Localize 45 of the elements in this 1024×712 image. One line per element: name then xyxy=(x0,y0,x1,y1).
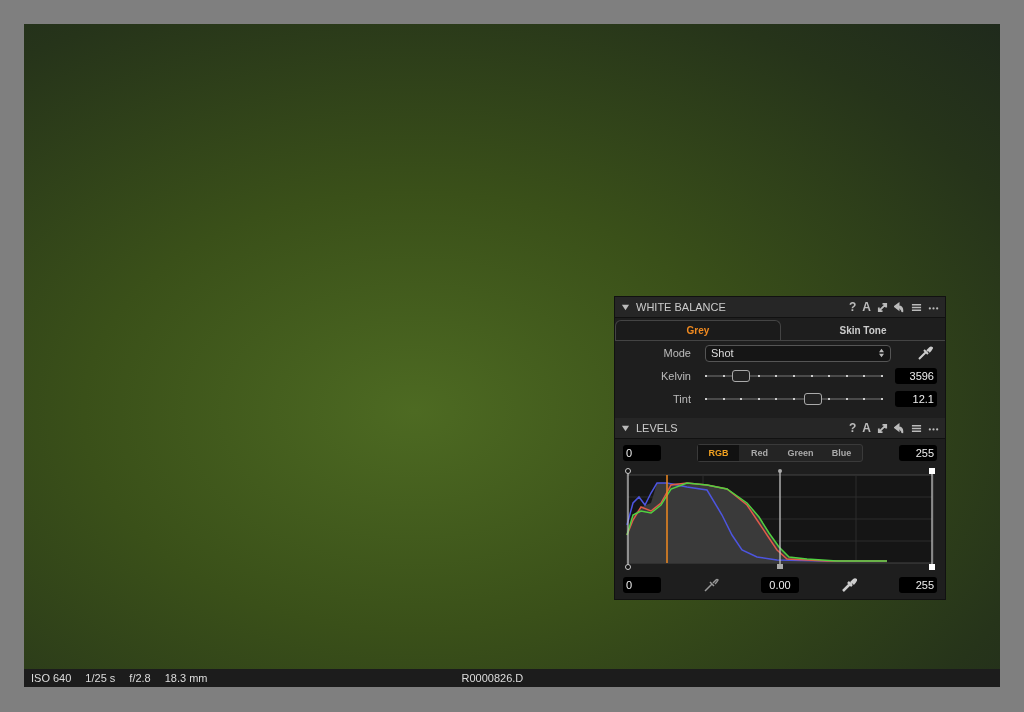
aperture-text: f/2.8 xyxy=(129,672,151,684)
collapse-triangle-icon[interactable] xyxy=(621,423,630,433)
tool-icon[interactable]: A xyxy=(862,300,871,314)
tool-icon[interactable]: A xyxy=(862,421,871,435)
channel-tab[interactable]: Green xyxy=(780,445,821,461)
undo-icon[interactable] xyxy=(894,422,905,434)
value-field[interactable]: 3596 xyxy=(895,368,937,384)
tool-icon[interactable]: ? xyxy=(849,300,857,314)
slider-label: Kelvin xyxy=(660,370,691,382)
level-handle[interactable] xyxy=(929,468,935,570)
slider-thumb[interactable] xyxy=(804,393,823,405)
level-handle[interactable] xyxy=(777,469,783,569)
tab[interactable]: Grey xyxy=(615,320,781,340)
panel-title: WHITE BALANCE xyxy=(636,301,726,313)
collapse-triangle-icon[interactable] xyxy=(621,302,630,312)
slider-thumb[interactable] xyxy=(731,370,750,382)
channel-tab[interactable]: RGB xyxy=(698,445,739,461)
undo-icon[interactable] xyxy=(894,301,905,313)
panel-title: LEVELS xyxy=(636,422,678,434)
stepper-icon xyxy=(878,348,885,358)
eyedropper-icon[interactable] xyxy=(703,577,719,593)
level-handle[interactable] xyxy=(625,468,631,570)
input-low-field[interactable]: 0 xyxy=(623,445,661,461)
slider-label: Tint xyxy=(672,393,691,405)
eyedropper-icon[interactable] xyxy=(917,345,933,361)
focal-length-text: 18.3 mm xyxy=(164,672,208,684)
output-low-field[interactable]: 0 xyxy=(623,577,661,593)
mode-dropdown[interactable]: Shot xyxy=(705,344,891,362)
tab[interactable]: Skin Tone xyxy=(781,320,945,340)
channel-tab[interactable]: Blue xyxy=(821,445,862,461)
midtone-field[interactable]: 0.00 xyxy=(761,577,799,593)
eyedropper-icon[interactable] xyxy=(841,577,857,593)
expand-arrow-icon[interactable] xyxy=(877,301,888,313)
filename-text: R0000826.D xyxy=(461,672,524,684)
mode-label: Mode xyxy=(662,347,691,359)
channel-tab[interactable]: Red xyxy=(739,445,780,461)
menu-icon[interactable] xyxy=(911,301,922,313)
menu-icon[interactable] xyxy=(911,422,922,434)
value-field[interactable]: 12.1 xyxy=(895,391,937,407)
iso-text: ISO 640 xyxy=(31,672,72,684)
expand-arrow-icon[interactable] xyxy=(877,422,888,434)
shutter-text: 1/25 s xyxy=(85,672,116,684)
output-high-field[interactable]: 255 xyxy=(899,577,937,593)
input-high-field[interactable]: 255 xyxy=(899,445,937,461)
tool-icon[interactable]: ? xyxy=(849,421,857,435)
